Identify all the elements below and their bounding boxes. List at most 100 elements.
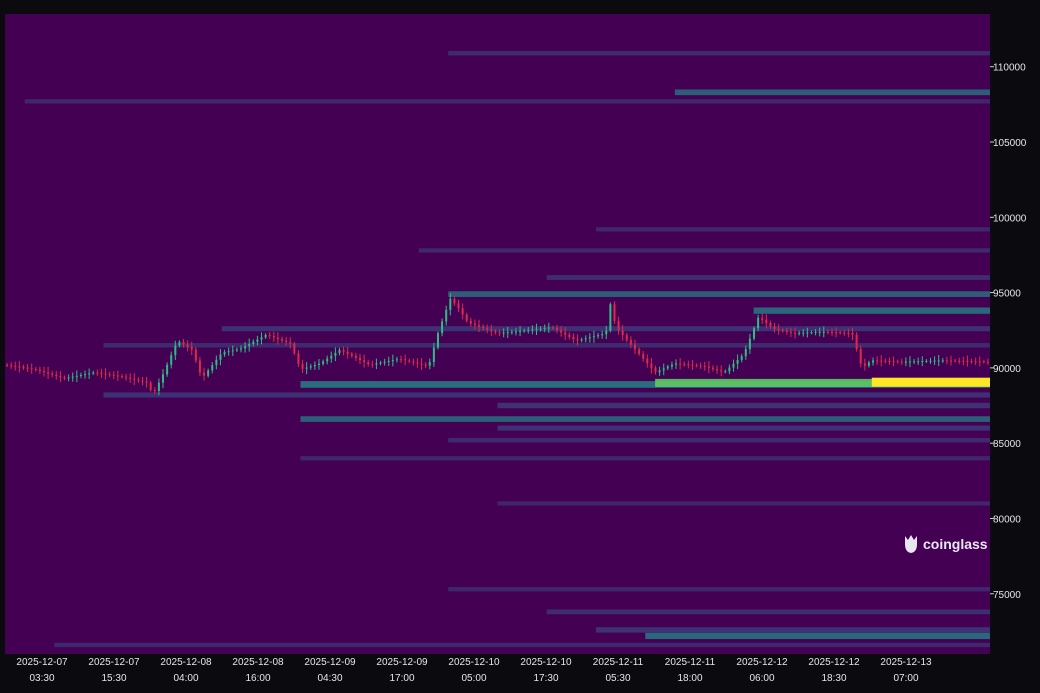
x-tick-time: 05:00 [461, 673, 486, 684]
candle-body [157, 382, 160, 391]
x-tick-time: 18:00 [677, 673, 702, 684]
candle-body [826, 331, 829, 333]
candle-body [609, 304, 612, 331]
heatmap-band [497, 501, 990, 506]
candle-body [789, 331, 792, 333]
liquidation-heatmap-chart[interactable]: 75000 80000 85000 90000 95000 100000 105000 110… [0, 0, 1040, 693]
candle-body [777, 329, 780, 331]
candle-body [338, 350, 341, 353]
y-tick-label: 80000 [993, 514, 1021, 525]
candle-body [428, 362, 431, 366]
x-tick-date: 2025-12-08 [232, 657, 284, 668]
candle-body [937, 360, 940, 362]
candle-body [145, 381, 148, 383]
candle-body [699, 365, 702, 367]
candle-body [38, 369, 41, 372]
candle-body [580, 339, 583, 341]
candle-body [441, 321, 444, 334]
candle-body [346, 351, 349, 354]
candle-body [757, 317, 760, 329]
candle-body [457, 303, 460, 309]
x-tick-time: 18:30 [821, 673, 846, 684]
heatmap-band [674, 89, 990, 96]
x-tick-date: 2025-12-12 [736, 657, 788, 668]
candle-body [42, 371, 45, 373]
x-tick-time: 05:30 [605, 673, 630, 684]
candle-body [133, 378, 136, 380]
candle-body [244, 346, 247, 349]
heatmap-band [103, 392, 990, 398]
candle-body [408, 360, 411, 362]
candle-body [974, 361, 977, 363]
candle-body [728, 367, 731, 372]
candle-body [330, 355, 333, 359]
candle-body [707, 366, 710, 368]
candle-body [588, 337, 591, 339]
candle-body [629, 339, 632, 345]
candle-body [432, 347, 435, 363]
candle-body [794, 332, 797, 334]
candle-body [670, 364, 673, 367]
candle-body [535, 329, 538, 331]
candle-body [305, 367, 308, 369]
x-tick-date: 2025-12-09 [304, 657, 356, 668]
candle-body [736, 359, 739, 364]
candle-body [781, 329, 784, 331]
candle-body [235, 349, 238, 351]
candle-body [872, 360, 875, 363]
candle-body [387, 360, 390, 362]
candle-body [10, 365, 13, 367]
candle-body [100, 372, 103, 374]
candle-body [564, 332, 567, 335]
candle-body [605, 330, 608, 335]
candle-body [420, 363, 423, 365]
candle-body [867, 362, 870, 366]
candle-body [71, 376, 74, 378]
candle-body [350, 353, 353, 356]
candle-body [34, 368, 37, 370]
candle-body [79, 374, 82, 376]
candle-body [510, 331, 513, 333]
candle-body [400, 359, 403, 361]
candle-body [703, 366, 706, 367]
candle-body [375, 363, 378, 365]
heatmap-band [546, 275, 990, 280]
candle-body [900, 361, 903, 363]
heatmap-band [546, 609, 990, 615]
candle-body [954, 360, 957, 362]
candle-body [572, 336, 575, 340]
candle-body [904, 361, 907, 363]
candle-body [227, 351, 230, 353]
x-tick-time: 07:00 [893, 673, 918, 684]
candle-body [601, 334, 604, 336]
candle-body [617, 320, 620, 331]
heatmap-plot-area [5, 14, 990, 654]
candle-body [691, 364, 694, 366]
candle-body [683, 363, 686, 365]
candle-body [404, 359, 407, 361]
candle-body [592, 336, 595, 338]
candle-body [962, 360, 965, 362]
candle-body [260, 337, 263, 340]
candle-body [297, 353, 300, 365]
x-tick-time: 17:30 [533, 673, 558, 684]
x-tick-time: 15:30 [101, 673, 126, 684]
y-tick-label: 75000 [993, 590, 1021, 601]
candle-body [716, 369, 719, 371]
candle-body [818, 331, 821, 333]
candle-body [687, 364, 690, 366]
candle-body [120, 376, 123, 378]
candle-body [933, 360, 936, 362]
candle-body [281, 339, 284, 341]
candle-body [568, 334, 571, 337]
candle-body [395, 359, 398, 361]
candle-body [633, 344, 636, 350]
candle-body [104, 373, 107, 375]
x-tick-date: 2025-12-11 [665, 657, 716, 668]
candle-body [539, 328, 542, 330]
candle-body [514, 331, 517, 333]
candle-body [740, 356, 743, 360]
candle-body [47, 372, 50, 374]
candle-body [675, 363, 678, 365]
y-tick-label: 90000 [993, 364, 1021, 375]
